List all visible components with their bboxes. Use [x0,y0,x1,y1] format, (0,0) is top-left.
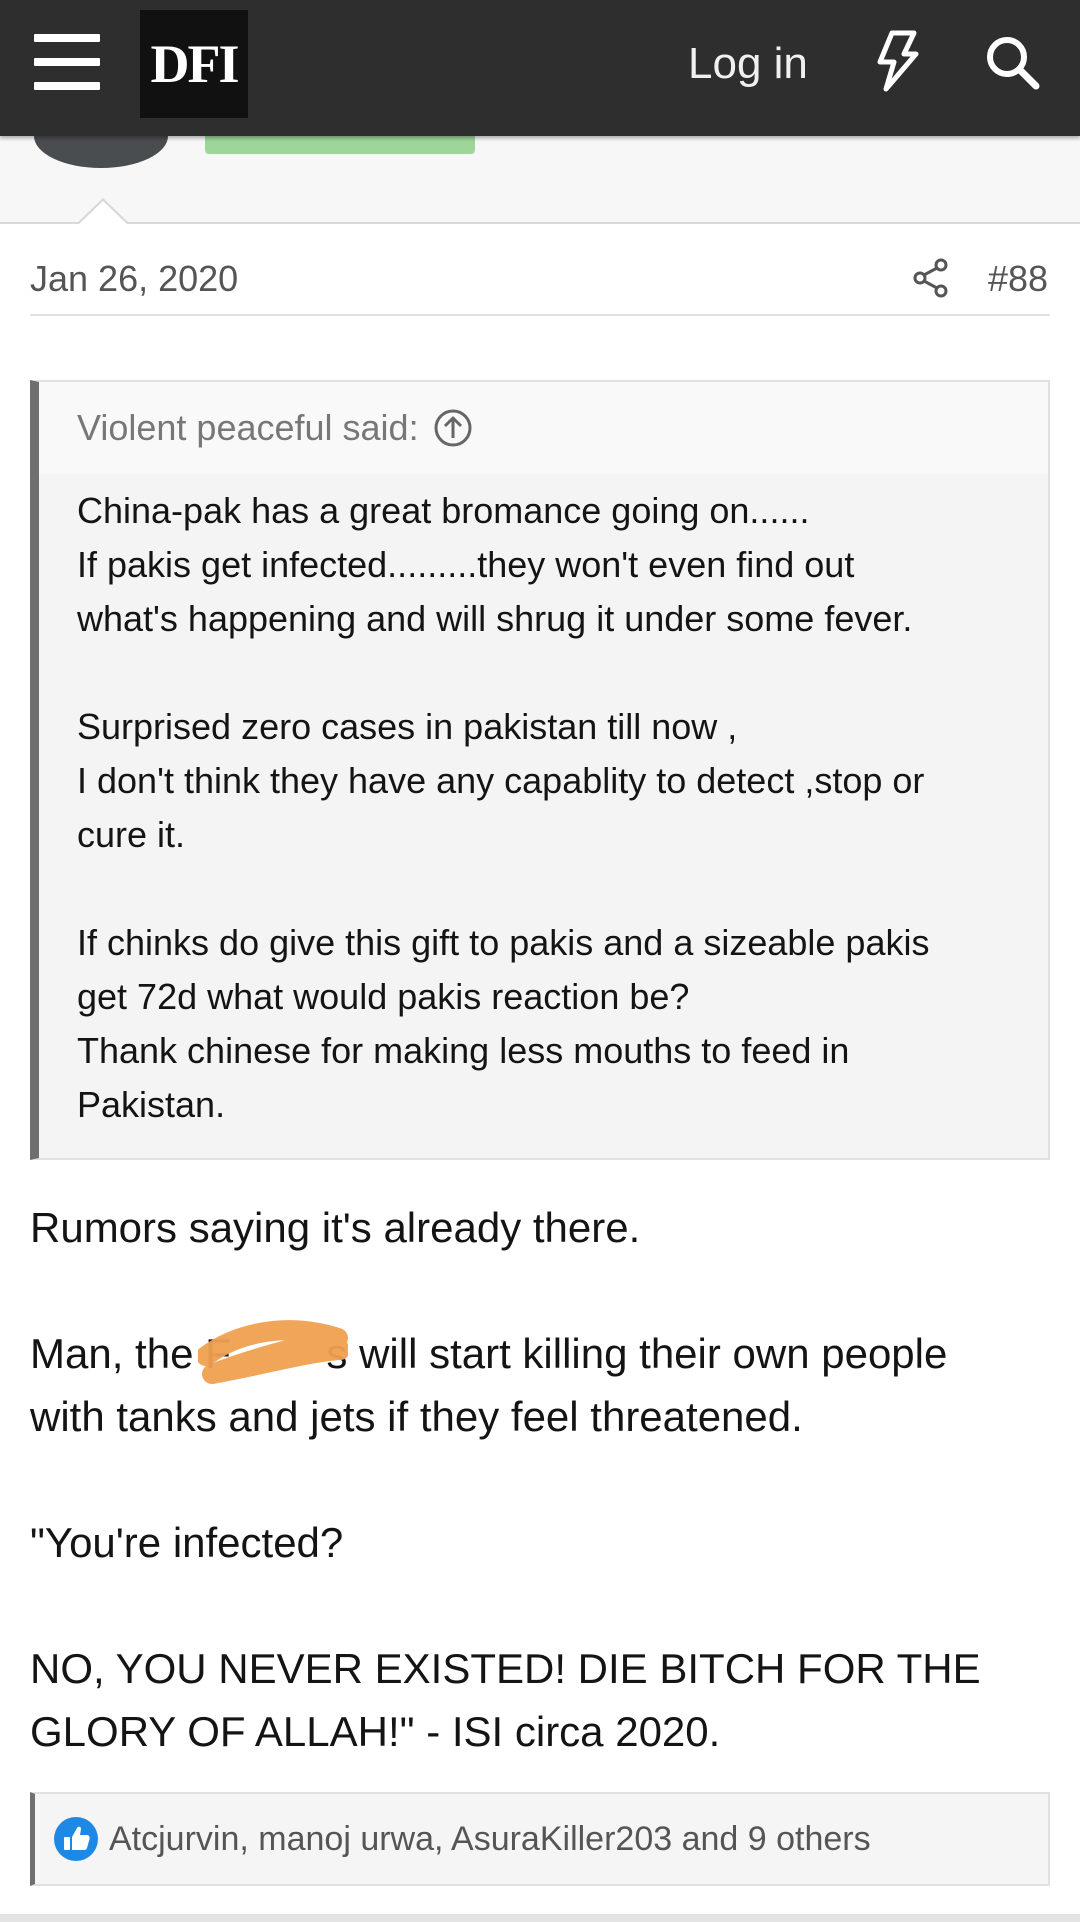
quote-line: If chinks do give this gift to pakis and… [77,922,930,963]
reactions-bar[interactable]: Atcjurvin, manoj urwa, AsuraKiller203 an… [30,1792,1050,1886]
share-icon[interactable] [912,258,950,298]
quote-line: China-pak has a great bromance going on.… [77,490,810,531]
site-header: DFI Log in [0,0,1080,136]
post-date[interactable]: Jan 26, 2020 [30,258,238,300]
message-line: GLORY OF ALLAH!" - ISI circa 2020. [30,1708,721,1755]
post-footer-divider [0,1914,1080,1922]
bolt-icon[interactable] [874,30,920,92]
login-link[interactable]: Log in [688,34,808,94]
up-arrow-icon[interactable] [433,408,473,448]
quote-block: Violent peaceful said: China-pak has a g… [30,380,1050,1160]
message-line: Man, the F s will start killing their ow… [30,1330,948,1377]
quote-line: Surprised zero cases in pakistan till no… [77,706,738,747]
message-line: NO, YOU NEVER EXISTED! DIE BITCH FOR THE [30,1645,981,1692]
menu-icon[interactable] [34,34,100,90]
reactions-list[interactable]: Atcjurvin, manoj urwa, AsuraKiller203 an… [109,1820,871,1859]
quote-body: China-pak has a great bromance going on.… [39,474,1048,1132]
message-line: "You're infected? [30,1519,344,1566]
quote-author[interactable]: Violent peaceful said: [77,407,419,449]
message-line: with tanks and jets if they feel threate… [30,1393,803,1440]
post-number-link[interactable]: #88 [988,258,1048,300]
divider [30,314,1050,316]
quote-line: cure it. [77,814,186,855]
quote-line: If pakis get infected.........they won't… [77,544,855,585]
search-icon[interactable] [984,34,1040,90]
quote-line: get 72d what would pakis reaction be? [77,976,690,1017]
site-logo[interactable]: DFI [140,10,248,118]
quote-line: I don't think they have any capablity to… [77,760,925,801]
censor-scribble [198,1320,348,1384]
quote-line: what's happening and will shrug it under… [77,598,913,639]
message-line: Rumors saying it's already there. [30,1204,641,1251]
quote-line: Thank chinese for making less mouths to … [77,1030,850,1071]
post-message: Rumors saying it's already there. Man, t… [30,1196,1050,1763]
quote-line: Pakistan. [77,1084,226,1125]
user-title-banner [205,136,475,154]
like-icon [54,1817,98,1861]
post-pointer [76,198,130,225]
quote-header[interactable]: Violent peaceful said: [39,382,1048,474]
